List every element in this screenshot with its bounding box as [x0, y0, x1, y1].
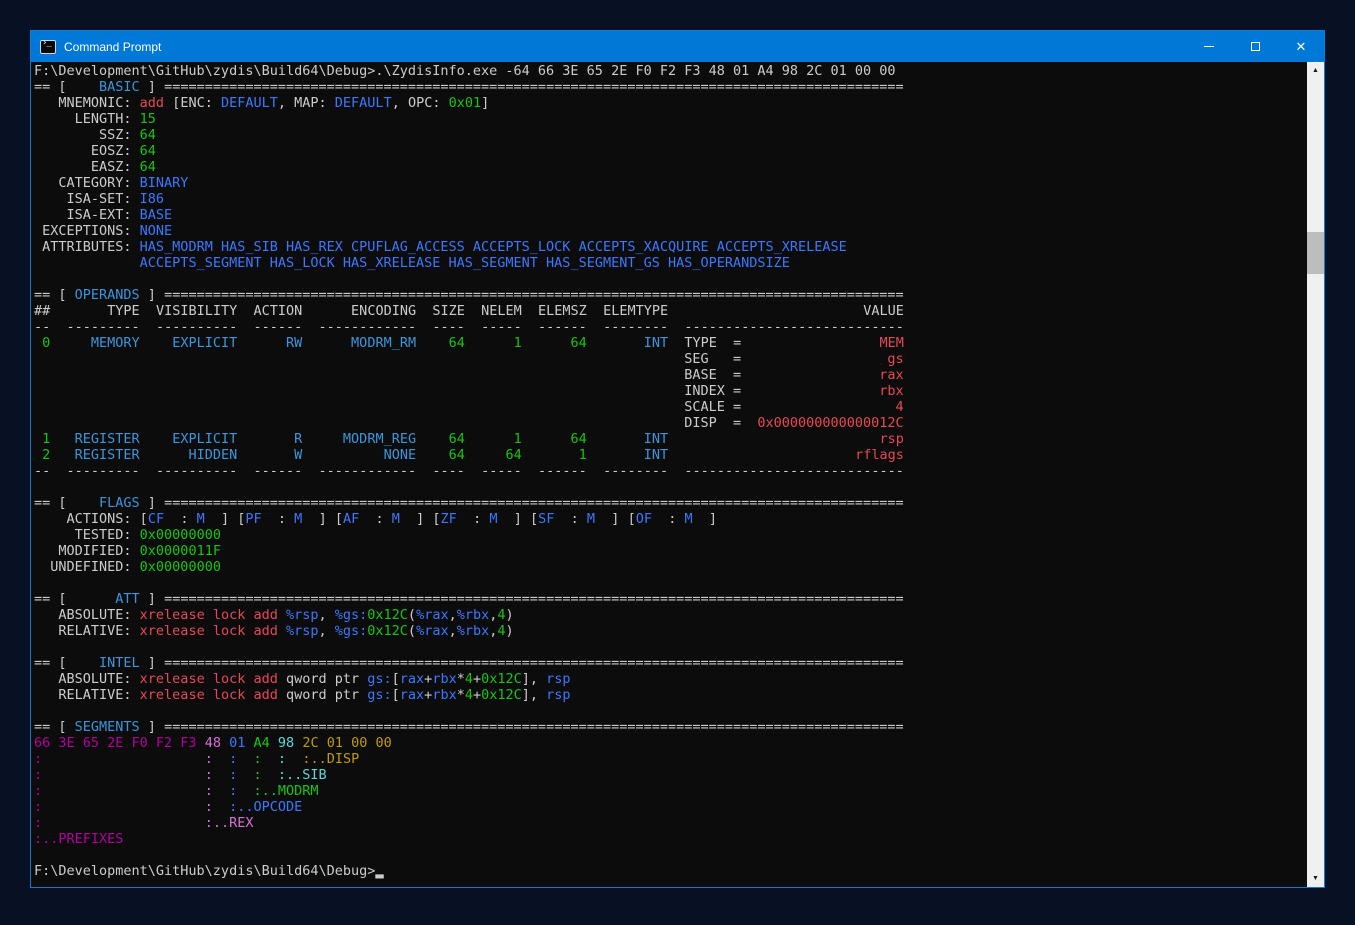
terminal-line: ISA-EXT: BASE [34, 207, 1307, 223]
terminal-line: == [ FLAGS ] ===========================… [34, 495, 1307, 511]
terminal-line: SEG = gs [34, 351, 1307, 367]
minimize-icon [1204, 46, 1214, 47]
terminal-line: CATEGORY: BINARY [34, 175, 1307, 191]
terminal-line: DISP = 0x000000000000012C [34, 415, 1307, 431]
terminal-line: MODIFIED: 0x0000011F [34, 543, 1307, 559]
scroll-down-button[interactable]: ▼ [1307, 870, 1324, 887]
terminal-line: ATTRIBUTES: HAS_MODRM HAS_SIB HAS_REX CP… [34, 239, 1307, 255]
terminal-line: F:\Development\GitHub\zydis\Build64\Debu… [34, 863, 1307, 879]
terminal-line: SCALE = 4 [34, 399, 1307, 415]
window-title: Command Prompt [64, 40, 161, 54]
scrollbar-thumb[interactable] [1307, 232, 1324, 274]
terminal-line: ISA-SET: I86 [34, 191, 1307, 207]
titlebar[interactable]: Command Prompt ✕ [31, 31, 1324, 62]
scroll-up-icon: ▲ [1312, 67, 1319, 74]
scrollbar[interactable]: ▲ ▼ [1307, 62, 1324, 887]
terminal-line: F:\Development\GitHub\zydis\Build64\Debu… [34, 63, 1307, 79]
cmd-icon [40, 40, 56, 54]
terminal-line [34, 479, 1307, 495]
terminal-line: ABSOLUTE: xrelease lock add qword ptr gs… [34, 671, 1307, 687]
close-icon: ✕ [1296, 40, 1307, 53]
terminal-line: MNEMONIC: add [ENC: DEFAULT, MAP: DEFAUL… [34, 95, 1307, 111]
window-controls: ✕ [1186, 31, 1324, 62]
scroll-up-button[interactable]: ▲ [1307, 62, 1324, 79]
terminal-line: TESTED: 0x00000000 [34, 527, 1307, 543]
terminal-line: -- --------- ---------- ------ ---------… [34, 463, 1307, 479]
terminal-line: 1 REGISTER EXPLICIT R MODRM_REG 64 1 64 … [34, 431, 1307, 447]
scroll-down-icon: ▼ [1312, 875, 1319, 882]
terminal-line: EOSZ: 64 [34, 143, 1307, 159]
terminal-line [34, 639, 1307, 655]
terminal-line: LENGTH: 15 [34, 111, 1307, 127]
terminal-line: SSZ: 64 [34, 127, 1307, 143]
terminal-line: : :..REX [34, 815, 1307, 831]
terminal-line: RELATIVE: xrelease lock add qword ptr gs… [34, 687, 1307, 703]
terminal-line [34, 575, 1307, 591]
minimize-button[interactable] [1186, 31, 1232, 62]
terminal-line: ACCEPTS_SEGMENT HAS_LOCK HAS_XRELEASE HA… [34, 255, 1307, 271]
maximize-button[interactable] [1232, 31, 1278, 62]
terminal-line: 2 REGISTER HIDDEN W NONE 64 64 1 INT rfl… [34, 447, 1307, 463]
terminal-output: F:\Development\GitHub\zydis\Build64\Debu… [31, 62, 1307, 887]
terminal-line: -- --------- ---------- ------ ---------… [34, 319, 1307, 335]
terminal-line: : : : :..MODRM [34, 783, 1307, 799]
terminal-line: == [ SEGMENTS ] ========================… [34, 719, 1307, 735]
maximize-icon [1251, 42, 1260, 51]
terminal-line: :..PREFIXES [34, 831, 1307, 847]
console[interactable]: F:\Development\GitHub\zydis\Build64\Debu… [31, 62, 1324, 887]
terminal-line [34, 847, 1307, 863]
terminal-line: : : :..OPCODE [34, 799, 1307, 815]
terminal-line: ABSOLUTE: xrelease lock add %rsp, %gs:0x… [34, 607, 1307, 623]
terminal-line: == [ ATT ] =============================… [34, 591, 1307, 607]
terminal-line: ## TYPE VISIBILITY ACTION ENCODING SIZE … [34, 303, 1307, 319]
terminal-line: INDEX = rbx [34, 383, 1307, 399]
terminal-line: ACTIONS: [CF : M ] [PF : M ] [AF : M ] [… [34, 511, 1307, 527]
terminal-line: == [ OPERANDS ] ========================… [34, 287, 1307, 303]
terminal-line: == [ BASIC ] ===========================… [34, 79, 1307, 95]
terminal-line: 66 3E 65 2E F0 F2 F3 48 01 A4 98 2C 01 0… [34, 735, 1307, 751]
terminal-line: == [ INTEL ] ===========================… [34, 655, 1307, 671]
terminal-line: EXCEPTIONS: NONE [34, 223, 1307, 239]
terminal-line: : : : : : :..DISP [34, 751, 1307, 767]
terminal-line [34, 271, 1307, 287]
close-button[interactable]: ✕ [1278, 31, 1324, 62]
terminal-line: 0 MEMORY EXPLICIT RW MODRM_RM 64 1 64 IN… [34, 335, 1307, 351]
terminal-line: RELATIVE: xrelease lock add %rsp, %gs:0x… [34, 623, 1307, 639]
command-prompt-window: Command Prompt ✕ F:\Development\GitHub\z… [30, 30, 1325, 888]
terminal-line: EASZ: 64 [34, 159, 1307, 175]
terminal-line: UNDEFINED: 0x00000000 [34, 559, 1307, 575]
terminal-line: BASE = rax [34, 367, 1307, 383]
terminal-line [34, 703, 1307, 719]
terminal-line: : : : : :..SIB [34, 767, 1307, 783]
